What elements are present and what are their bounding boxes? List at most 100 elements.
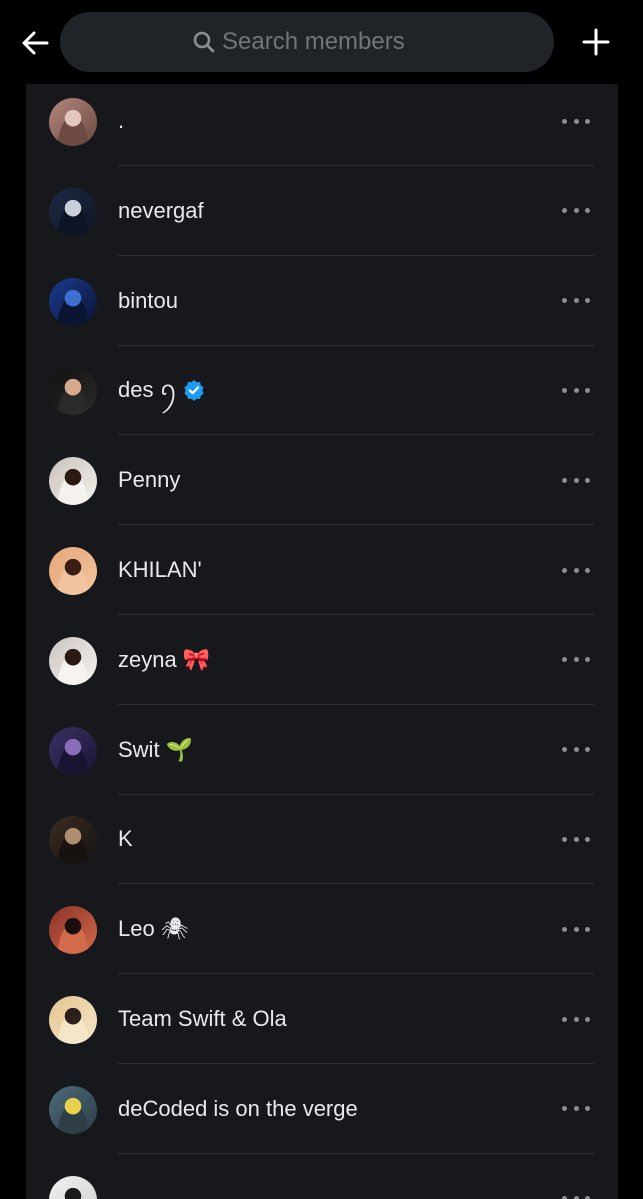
dot [562,567,567,573]
member-name: KHILAN' [118,556,208,584]
dot [585,1106,590,1112]
dot [562,298,567,304]
dot [573,387,579,393]
member-name: Team Swift & Ola [118,1005,293,1033]
add-member-button[interactable] [578,24,614,60]
avatar[interactable] [49,277,97,326]
dot [573,208,579,214]
member-name-text: deCoded is on the verge [118,1095,358,1121]
member-row[interactable]: des ꪆ [26,345,618,436]
dot [585,118,590,124]
member-name: Penny [118,466,186,494]
dot [585,208,590,214]
member-row[interactable]: Penny [26,435,618,526]
avatar[interactable] [49,1085,97,1134]
member-row[interactable]: KHILAN' [26,525,618,615]
avatar[interactable] [49,996,97,1044]
dot [573,657,579,663]
member-name: . [118,107,130,135]
member-emoji: 🌱 [165,736,193,762]
more-options-icon[interactable] [562,830,590,848]
dot [562,657,567,663]
search-input[interactable] [222,28,422,56]
dot [573,298,579,304]
dot [562,747,567,753]
member-row[interactable]: bintou [26,256,618,346]
members-list: . nevergaf bintou des ꪆ Penny KHILAN' zeyna 🎀 Swi… [26,74,618,1199]
top-bar [0,0,643,84]
avatar[interactable] [49,457,97,506]
verified-badge-icon [183,379,205,402]
member-row[interactable]: nevergaf [26,166,618,256]
dot [573,567,579,573]
avatar[interactable] [49,187,97,236]
avatar[interactable] [49,547,97,595]
member-name-text: bintou [118,287,178,313]
member-name: zeyna 🎀 [118,646,210,674]
member-row[interactable] [26,1154,618,1199]
dot [562,477,567,483]
member-name: bintou [118,287,184,315]
avatar[interactable] [49,98,97,146]
more-options-icon[interactable] [562,920,590,938]
more-options-icon[interactable] [562,112,590,130]
avatar[interactable] [49,1175,97,1199]
member-row[interactable]: . [26,76,618,166]
dot [562,926,567,932]
member-name: deCoded is on the verge [118,1095,364,1123]
member-row[interactable]: K [26,794,618,885]
member-row[interactable]: Leo 🕷 [26,884,618,975]
dot [585,836,590,842]
search-bar[interactable] [60,12,554,72]
more-options-icon[interactable] [562,651,590,669]
avatar[interactable] [49,636,97,685]
dot [585,477,590,483]
dot [573,1106,579,1112]
dot [573,477,579,483]
more-options-icon[interactable] [562,741,590,759]
search-icon [192,30,216,54]
more-options-icon[interactable] [562,561,590,579]
member-row[interactable]: deCoded is on the verge [26,1064,618,1154]
dot [562,1016,567,1022]
member-name-text: zeyna [118,646,177,672]
member-name-text: K [118,826,133,852]
dot [585,298,590,304]
member-name-text: Penny [118,467,181,493]
more-options-icon[interactable] [562,202,590,220]
member-row[interactable]: Swit 🌱 [26,705,618,795]
avatar[interactable] [49,367,97,416]
member-emoji: 🕷 [160,916,189,942]
avatar[interactable] [49,726,97,775]
more-options-icon[interactable] [562,292,590,310]
dot [573,747,579,753]
member-row[interactable]: zeyna 🎀 [26,615,618,705]
avatar[interactable] [49,816,97,865]
dot [585,1016,590,1022]
member-emoji: ꪆ [159,377,178,403]
member-name-text: Leo [118,916,155,942]
dot [585,926,590,932]
more-options-icon[interactable] [562,471,590,489]
member-row[interactable]: Team Swift & Ola [26,974,618,1064]
dot [573,926,579,932]
more-options-icon[interactable] [562,1100,590,1118]
dot [585,657,590,663]
member-name-text: . [118,108,125,133]
member-name: Swit 🌱 [118,736,193,764]
more-options-icon[interactable] [562,381,590,399]
dot [573,836,579,842]
avatar[interactable] [49,906,97,955]
more-options-icon[interactable] [562,1010,590,1028]
more-options-icon[interactable] [562,1190,590,1199]
dot [573,1016,579,1022]
back-button[interactable] [18,26,52,60]
dot [562,1106,567,1112]
member-name: Leo 🕷 [118,915,189,943]
plus-icon [582,28,610,56]
member-name-text: KHILAN' [118,557,202,582]
member-name-text: Swit [118,736,160,762]
dot [585,747,590,753]
dot [573,118,579,124]
dot [562,208,567,214]
